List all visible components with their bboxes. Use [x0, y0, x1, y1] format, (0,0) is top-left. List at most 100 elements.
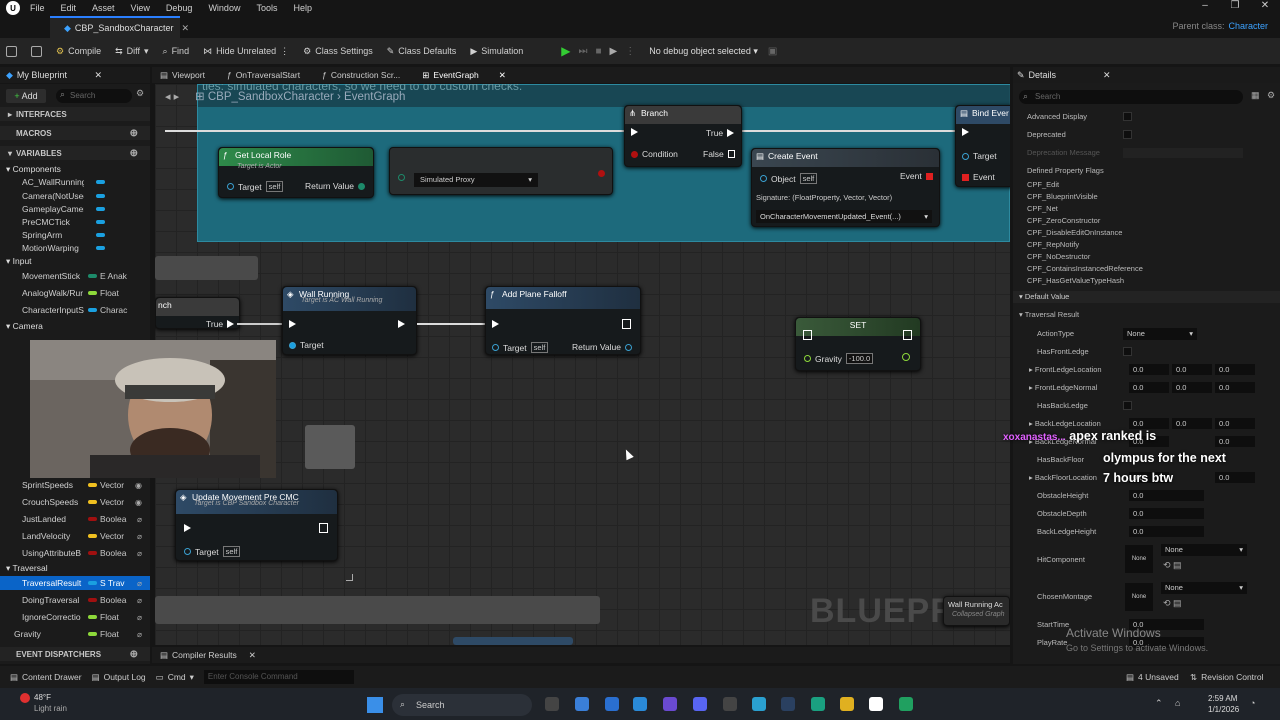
breadcrumb-root[interactable]: CBP_SandboxCharacter: [208, 91, 334, 103]
compile-button[interactable]: ⚙ Compile: [56, 46, 101, 57]
debug-browse-icon[interactable]: ▣: [768, 46, 777, 57]
front-ledge-location-row[interactable]: ▸ FrontLedgeLocation: [1029, 365, 1102, 374]
list-item[interactable]: AC_WallRunning: [0, 175, 150, 189]
task-view-icon[interactable]: [545, 697, 559, 711]
my-blueprint-tab[interactable]: ◆ My Blueprint ✕: [0, 67, 150, 83]
output-log-button[interactable]: ▤ Output Log: [92, 672, 146, 683]
tab-eventgraph[interactable]: ⊞ EventGraph ✕: [422, 70, 506, 81]
action-type-select[interactable]: None ▾: [1123, 328, 1197, 340]
document-tab[interactable]: ◆ CBP_SandboxCharacter ✕: [50, 16, 189, 38]
console-command-input[interactable]: Enter Console Command: [203, 670, 354, 684]
file-explorer-icon[interactable]: [840, 697, 854, 711]
content-drawer-button[interactable]: ▤ Content Drawer: [10, 672, 82, 683]
list-item[interactable]: DoingTraversal Boolea ⌀: [0, 593, 150, 607]
close-panel-icon[interactable]: ✕: [1103, 70, 1111, 81]
eye-icon[interactable]: ⌀: [137, 579, 142, 588]
teams-icon[interactable]: [663, 697, 677, 711]
simulation-button[interactable]: ▶ Simulation: [470, 46, 523, 57]
eye-icon[interactable]: ◉: [135, 498, 142, 507]
back-ledge-height-input[interactable]: 0.0: [1129, 526, 1204, 537]
windows-start-icon[interactable]: [367, 697, 383, 713]
exec-in-pin[interactable]: [492, 320, 499, 328]
function-select[interactable]: OnCharacterMovementUpdated_Event(...) ▾: [756, 210, 932, 223]
tab-compiler-results[interactable]: ▤ Compiler Results ✕: [160, 650, 256, 661]
has-front-ledge-checkbox[interactable]: [1123, 347, 1132, 356]
eye-icon[interactable]: ⌀: [137, 532, 142, 541]
app-icon[interactable]: [723, 697, 737, 711]
find-button[interactable]: ⌕ Find: [163, 46, 190, 57]
eye-icon[interactable]: ⌀: [137, 613, 142, 622]
collapsed-node-stub[interactable]: [155, 256, 258, 280]
collapsed-node-stub[interactable]: [305, 425, 355, 469]
input-category[interactable]: ▾ Input: [6, 256, 32, 267]
play-options-icon[interactable]: ⋮: [625, 46, 635, 57]
weather-desc[interactable]: Light rain: [34, 704, 67, 713]
list-item[interactable]: CrouchSpeeds Vector ◉: [0, 495, 150, 509]
reset-icon[interactable]: ⟲ ▤: [1163, 560, 1182, 571]
list-item[interactable]: Gravity Float ⌀: [0, 627, 150, 641]
target-pin[interactable]: Target self: [492, 342, 549, 353]
exec-in-pin[interactable]: [289, 320, 296, 328]
exec-in-pin[interactable]: [631, 128, 638, 136]
browse-button[interactable]: [31, 45, 42, 57]
target-pin[interactable]: Target self: [184, 546, 241, 557]
add-macro-icon[interactable]: ⊕: [130, 128, 138, 139]
eye-icon[interactable]: ◉: [135, 481, 142, 490]
advanced-display-checkbox[interactable]: [1123, 112, 1132, 121]
menu-edit[interactable]: Edit: [61, 3, 77, 13]
unsaved-button[interactable]: ▤ 4 Unsaved: [1126, 672, 1179, 683]
partial-node[interactable]: [453, 637, 573, 645]
diff-button[interactable]: ⇆ Diff ▾: [115, 46, 148, 57]
list-item[interactable]: SprintSpeeds Vector ◉: [0, 478, 150, 492]
enum-equal-node[interactable]: Simulated Proxy ▾: [389, 147, 613, 195]
tab-construction-script[interactable]: ƒ Construction Scr...: [322, 70, 400, 80]
menu-debug[interactable]: Debug: [166, 3, 193, 13]
return-value-pin[interactable]: Return Value: [305, 181, 365, 191]
stop-icon[interactable]: ■: [596, 46, 602, 57]
menu-view[interactable]: View: [131, 3, 150, 13]
condition-pin[interactable]: Condition: [631, 149, 678, 159]
list-item[interactable]: LandVelocity Vector ⌀: [0, 529, 150, 543]
event-in-pin[interactable]: Event: [962, 172, 995, 182]
macros-section[interactable]: MACROS ⊕: [0, 126, 150, 140]
maximize-icon[interactable]: ❐: [1220, 0, 1250, 16]
front-ledge-normal-row[interactable]: ▸ FrontLedgeNormal: [1029, 383, 1097, 392]
resize-handle-icon[interactable]: [346, 574, 353, 581]
object-pin[interactable]: Object self: [760, 173, 818, 184]
eye-icon[interactable]: ⌀: [137, 549, 142, 558]
close-tab-icon[interactable]: ✕: [181, 23, 189, 34]
gravity-value-input[interactable]: -100.0: [845, 353, 874, 364]
vector-x-input[interactable]: 0.0: [1129, 364, 1169, 375]
taskbar-search-input[interactable]: Search: [392, 694, 532, 716]
exec-out-pin[interactable]: [398, 320, 405, 328]
vector-z-input[interactable]: 0.0: [1215, 382, 1255, 393]
class-defaults-button[interactable]: ✎ Class Defaults: [387, 46, 457, 57]
menu-help[interactable]: Help: [293, 3, 312, 13]
collapsed-node-stub[interactable]: [155, 596, 600, 624]
return-value-pin[interactable]: Return Value: [572, 342, 632, 352]
steam-icon[interactable]: [781, 697, 795, 711]
chosen-montage-select[interactable]: None ▾: [1161, 582, 1247, 594]
vector-x-input[interactable]: 0.0: [1129, 382, 1169, 393]
unreal-engine-icon[interactable]: [869, 697, 883, 711]
eye-icon[interactable]: ⌀: [137, 515, 142, 524]
list-item[interactable]: CharacterInputS Charac: [0, 303, 150, 317]
hide-unrelated-button[interactable]: ⋈ Hide Unrelated ⋮: [203, 46, 289, 57]
vector-y-input[interactable]: 0.0: [1172, 382, 1212, 393]
camera-category[interactable]: ▾ Camera: [6, 321, 43, 332]
revision-control-button[interactable]: ⇅ Revision Control: [1190, 672, 1264, 683]
get-local-role-node[interactable]: ƒ Get Local Role Target is Actor Target se…: [218, 147, 374, 198]
minimize-icon[interactable]: –: [1190, 0, 1220, 16]
menu-asset[interactable]: Asset: [92, 3, 115, 13]
settings-gear-icon[interactable]: ⚙: [136, 88, 144, 99]
menu-file[interactable]: File: [30, 3, 45, 13]
target-pin[interactable]: Target self: [227, 181, 284, 192]
list-item[interactable]: GameplayCamera: [0, 202, 150, 216]
back-arrow-icon[interactable]: ◂ ▸: [165, 90, 179, 103]
eye-icon[interactable]: ⌀: [137, 596, 142, 605]
float-pin-icon[interactable]: [902, 353, 910, 361]
store-icon[interactable]: [605, 697, 619, 711]
obstacle-height-input[interactable]: 0.0: [1129, 490, 1204, 501]
close-tab-icon[interactable]: ✕: [249, 650, 256, 661]
reset-icon[interactable]: ⟲ ▤: [1163, 598, 1182, 609]
